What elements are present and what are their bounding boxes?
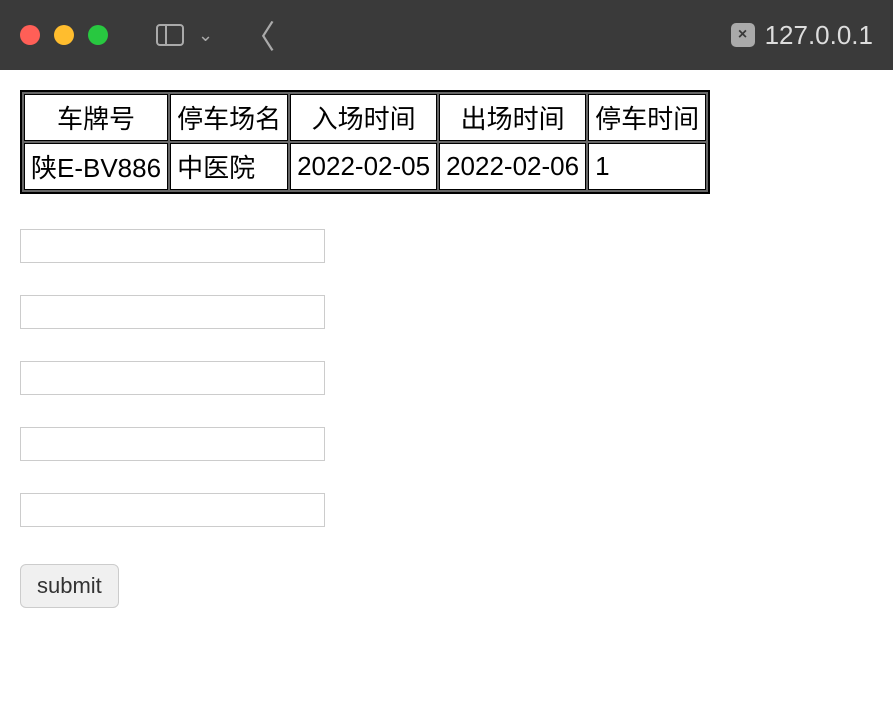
cell-in-time: 2022-02-05 <box>290 143 437 190</box>
back-button[interactable]: 〈 <box>233 12 285 58</box>
cell-lot: 中医院 <box>170 143 288 190</box>
input-field-1[interactable] <box>20 229 325 263</box>
col-in-time: 入场时间 <box>290 94 437 141</box>
sidebar-icon <box>156 24 184 46</box>
col-plate: 车牌号 <box>24 94 168 141</box>
sidebar-toggle-button[interactable] <box>148 20 192 50</box>
submit-button[interactable]: submit <box>20 564 119 608</box>
col-duration: 停车时间 <box>588 94 706 141</box>
parking-table: 车牌号 停车场名 入场时间 出场时间 停车时间 陕E-BV886 中医院 202… <box>20 90 710 194</box>
address-bar[interactable]: × 127.0.0.1 <box>731 20 873 51</box>
insecure-site-icon: × <box>731 23 755 47</box>
maximize-icon[interactable] <box>88 25 108 45</box>
cell-plate: 陕E-BV886 <box>24 143 168 190</box>
minimize-icon[interactable] <box>54 25 74 45</box>
close-icon[interactable] <box>20 25 40 45</box>
table-row: 陕E-BV886 中医院 2022-02-05 2022-02-06 1 <box>24 143 706 190</box>
window-controls <box>20 25 108 45</box>
url-text: 127.0.0.1 <box>765 20 873 51</box>
cell-out-time: 2022-02-06 <box>439 143 586 190</box>
input-field-4[interactable] <box>20 427 325 461</box>
col-out-time: 出场时间 <box>439 94 586 141</box>
col-lot: 停车场名 <box>170 94 288 141</box>
input-field-2[interactable] <box>20 295 325 329</box>
chevron-down-icon[interactable]: ⌄ <box>198 25 213 46</box>
chevron-left-icon: 〈 <box>243 12 275 58</box>
cell-duration: 1 <box>588 143 706 190</box>
input-field-3[interactable] <box>20 361 325 395</box>
table-header-row: 车牌号 停车场名 入场时间 出场时间 停车时间 <box>24 94 706 141</box>
page-content: 车牌号 停车场名 入场时间 出场时间 停车时间 陕E-BV886 中医院 202… <box>0 70 893 628</box>
browser-titlebar: ⌄ 〈 × 127.0.0.1 <box>0 0 893 70</box>
input-form: submit <box>20 229 873 608</box>
input-field-5[interactable] <box>20 493 325 527</box>
